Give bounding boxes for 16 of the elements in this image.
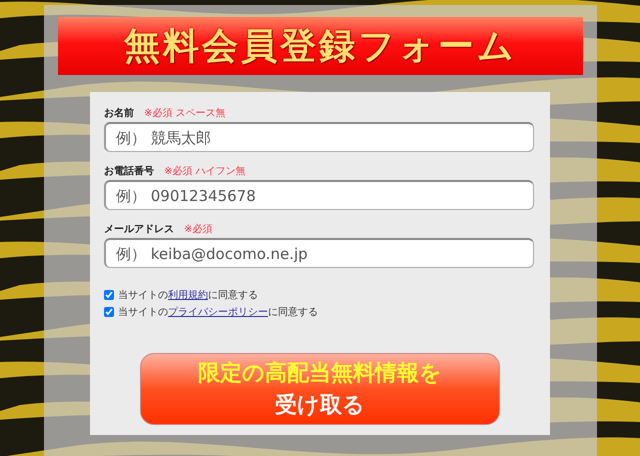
form-title: 無料会員登録フォーム [124, 24, 517, 68]
input-field[interactable]: 例） keiba@docomo.ne.jp [104, 238, 534, 268]
required-note: ※必須 ハイフン無 [164, 164, 246, 178]
field-label: お電話番号 [104, 164, 154, 178]
field-label: お名前 [104, 106, 134, 120]
agree-checkbox[interactable] [104, 307, 114, 317]
input-field[interactable]: 例） 09012345678 [104, 180, 534, 210]
agreement-text: 当サイトの利用規約に同意する [118, 288, 258, 302]
required-note: ※必須 スペース無 [144, 106, 226, 120]
policy-link[interactable]: 利用規約 [168, 290, 208, 301]
required-note: ※必須 [184, 222, 212, 236]
input-field[interactable]: 例） 競馬太郎 [104, 122, 534, 152]
agree-checkbox[interactable] [104, 290, 114, 300]
field-label: メールアドレス [104, 223, 174, 236]
agreement-text: 当サイトのプライバシーポリシーに同意する [118, 306, 318, 319]
policy-link[interactable]: プライバシーポリシー [168, 307, 268, 318]
